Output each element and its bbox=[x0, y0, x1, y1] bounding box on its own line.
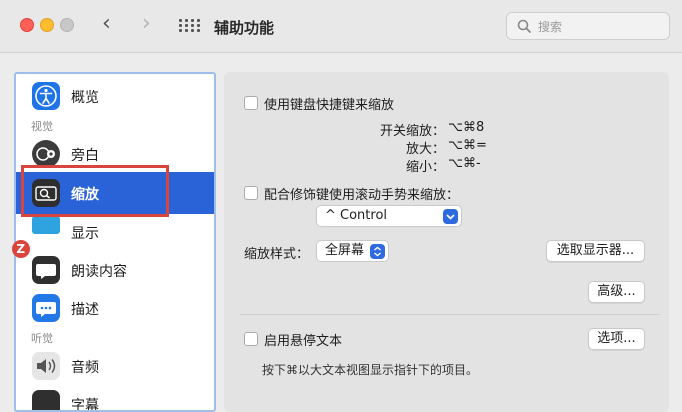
sidebar-item-descriptions[interactable]: 描述 bbox=[16, 290, 214, 326]
hover-options-button[interactable]: 选项... bbox=[588, 328, 645, 350]
section-divider bbox=[240, 314, 660, 315]
title-bar: ‹ › 辅助功能 搜索 bbox=[0, 0, 682, 53]
back-arrow-icon[interactable]: ‹ bbox=[102, 13, 111, 35]
watermark: Zwww.MacZ.com bbox=[12, 238, 183, 259]
search-field[interactable]: 搜索 bbox=[506, 12, 670, 40]
shortcut-zoom-in-keys: ⌥⌘= bbox=[448, 138, 487, 153]
sidebar-item-captions[interactable]: 字幕 bbox=[16, 386, 214, 412]
sidebar-item-label: 描述 bbox=[71, 302, 99, 318]
zoom-style-label: 缩放样式： bbox=[244, 247, 310, 262]
keyboard-shortcut-checkbox[interactable] bbox=[244, 96, 258, 110]
descriptions-icon bbox=[32, 294, 60, 322]
sidebar-item-label: 概览 bbox=[71, 90, 99, 106]
modifier-key-value: ^ Control bbox=[325, 208, 388, 223]
display-icon bbox=[32, 216, 60, 234]
sidebar-section-vision: 视觉 bbox=[31, 120, 53, 133]
updown-arrows-icon bbox=[370, 244, 385, 259]
audio-icon bbox=[32, 352, 60, 380]
modifier-key-popup[interactable]: ^ Control bbox=[316, 205, 462, 227]
shortcut-zoom-in-label: 放大： bbox=[406, 142, 446, 157]
hover-text-hint: 按下⌘以大文本视图显示指针下的项目。 bbox=[262, 363, 479, 377]
fullscreen-window-button[interactable] bbox=[60, 18, 74, 32]
forward-arrow-icon[interactable]: › bbox=[142, 13, 151, 35]
sidebar-item-label: 朗读内容 bbox=[71, 264, 127, 280]
sidebar-item-label: 字幕 bbox=[71, 398, 99, 412]
show-all-grid-icon[interactable] bbox=[179, 19, 200, 33]
zoom-style-value: 全屏幕 bbox=[325, 243, 365, 258]
chevron-down-icon bbox=[443, 209, 458, 224]
sidebar-item-overview[interactable]: 概览 bbox=[16, 78, 214, 114]
highlight-annotation-box bbox=[21, 165, 169, 217]
watermark-text: www.MacZ.com bbox=[36, 238, 184, 259]
advanced-button[interactable]: 高级... bbox=[588, 281, 645, 303]
zoom-style-popup[interactable]: 全屏幕 bbox=[316, 240, 389, 262]
voiceover-icon bbox=[32, 140, 60, 168]
sidebar-section-hearing: 听觉 bbox=[31, 332, 53, 345]
captions-icon bbox=[32, 390, 60, 410]
keyboard-shortcut-label: 使用键盘快捷键来缩放 bbox=[264, 98, 395, 113]
search-icon bbox=[517, 19, 531, 33]
sidebar-item-label: 旁白 bbox=[71, 148, 99, 164]
minimize-window-button[interactable] bbox=[40, 18, 54, 32]
shortcut-zoom-out-keys: ⌥⌘- bbox=[448, 156, 481, 171]
scroll-gesture-label: 配合修饰键使用滚动手势来缩放： bbox=[264, 188, 460, 203]
watermark-logo-icon: Z bbox=[12, 240, 30, 258]
scroll-gesture-checkbox[interactable] bbox=[244, 186, 258, 200]
shortcut-zoom-out-label: 缩小： bbox=[406, 160, 446, 175]
search-placeholder: 搜索 bbox=[538, 20, 563, 34]
window-title: 辅助功能 bbox=[214, 19, 275, 37]
choose-display-button[interactable]: 选取显示器... bbox=[546, 240, 645, 262]
shortcut-toggle-label: 开关缩放： bbox=[380, 124, 446, 139]
hover-text-checkbox[interactable] bbox=[244, 332, 258, 346]
hover-text-label: 启用悬停文本 bbox=[264, 334, 343, 349]
speech-icon bbox=[32, 256, 60, 284]
sidebar-item-audio[interactable]: 音频 bbox=[16, 348, 214, 384]
close-window-button[interactable] bbox=[20, 18, 34, 32]
accessibility-icon bbox=[32, 82, 60, 110]
shortcut-toggle-keys: ⌥⌘8 bbox=[448, 120, 485, 135]
sidebar-item-label: 音频 bbox=[71, 360, 99, 376]
